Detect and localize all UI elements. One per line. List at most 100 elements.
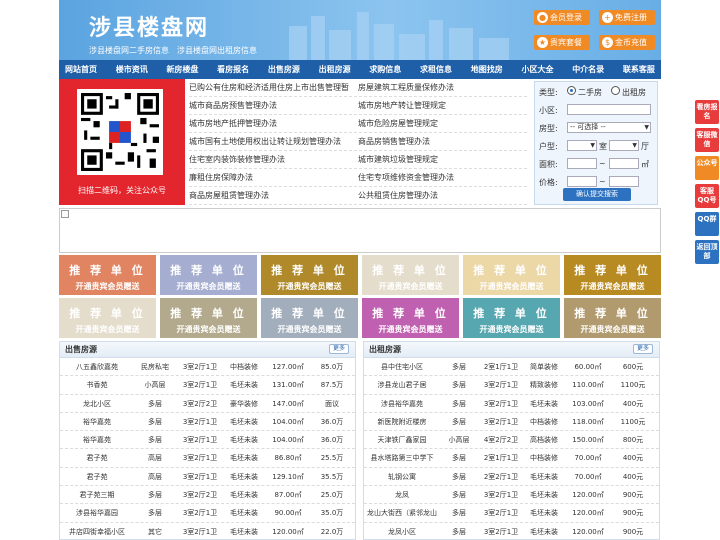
table-cell[interactable]: 八五鑫欣嘉苑 — [64, 358, 130, 376]
side-official-account-button[interactable]: 公众号 — [695, 156, 719, 180]
sale-radio[interactable] — [567, 86, 576, 95]
ad-slot[interactable]: 推 荐 单 位开通贵宾会员赠送 — [463, 298, 560, 338]
hall-select[interactable]: ▼ — [609, 140, 639, 151]
nav-agents[interactable]: 中介名录 — [572, 60, 604, 79]
ad-slot[interactable]: 推 荐 单 位开通贵宾会员赠送 — [261, 298, 358, 338]
side-qq-button[interactable]: 客服QQ号 — [695, 184, 719, 208]
nav-communities[interactable]: 小区大全 — [521, 60, 553, 79]
ad-slot[interactable]: 推 荐 单 位开通贵宾会员赠送 — [463, 255, 560, 295]
price-min-input[interactable] — [567, 176, 597, 187]
nav-news[interactable]: 楼市资讯 — [116, 60, 148, 79]
table-cell[interactable]: 涉县裕华嘉园 — [64, 504, 130, 522]
news-link[interactable]: 房屋建筑工程质量保修办法 — [358, 79, 527, 96]
register-button[interactable]: + 免费注册 — [599, 10, 655, 25]
news-link[interactable]: 住宅专项维修资金管理办法 — [358, 169, 527, 186]
side-viewing-signup-button[interactable]: 看房报名 — [695, 100, 719, 124]
ad-slot[interactable]: 推 荐 单 位开通贵宾会员赠送 — [261, 255, 358, 295]
side-qq-group-button[interactable]: QQ群 — [695, 212, 719, 236]
nav-contact[interactable]: 联系客服 — [623, 60, 655, 79]
table-row[interactable]: 裕华嘉苑 多层 3室2厅1卫 毛坯未装 104.00㎡ 36.0万 — [60, 413, 355, 432]
nav-for-rent[interactable]: 出租房源 — [319, 60, 351, 79]
news-link[interactable]: 住宅室内装饰装修管理办法 — [189, 151, 358, 168]
table-row[interactable]: 裕华嘉苑 多层 3室2厅1卫 毛坯未装 104.00㎡ 36.0万 — [60, 431, 355, 450]
table-row[interactable]: 君子苑三期 多层 3室2厅2卫 毛坯未装 87.00㎡ 25.0万 — [60, 486, 355, 505]
table-cell[interactable]: 县中住宅小区 — [366, 358, 438, 376]
nav-home[interactable]: 网站首页 — [65, 60, 97, 79]
news-link[interactable]: 城市商品房预售管理办法 — [189, 97, 358, 114]
ad-slot[interactable]: 推 荐 单 位开通贵宾会员赠送 — [564, 298, 661, 338]
ad-slot[interactable]: 推 荐 单 位开通贵宾会员赠送 — [564, 255, 661, 295]
table-cell[interactable]: 裕华嘉苑 — [64, 431, 130, 449]
vip-package-button[interactable]: ★ 贵宾套餐 — [534, 35, 590, 50]
ad-slot[interactable]: 推 荐 单 位开通贵宾会员赠送 — [59, 298, 156, 338]
table-cell[interactable]: 新医院附近楼房 — [366, 413, 438, 431]
table-cell[interactable]: 裕华嘉苑 — [64, 413, 130, 431]
rent-radio[interactable] — [611, 86, 620, 95]
news-link[interactable]: 商品房销售管理办法 — [358, 133, 527, 150]
area-max-input[interactable] — [609, 158, 639, 169]
table-cell[interactable]: 书香苑 — [64, 376, 130, 394]
login-button[interactable]: ● 会员登录 — [534, 10, 590, 25]
table-cell[interactable]: 君子苑三期 — [64, 486, 130, 504]
table-cell[interactable]: 龙北小区 — [64, 395, 130, 413]
table-row[interactable]: 轧钢公寓 多层 2室2厅1卫 毛坯未装 70.00㎡ 400元 — [364, 468, 659, 487]
table-row[interactable]: 涉县龙山君子居 多层 3室2厅1卫 精致装修 110.00㎡ 1100元 — [364, 376, 659, 395]
sale-more-button[interactable]: 更多 — [329, 344, 349, 354]
news-link[interactable]: 廉租住房保障办法 — [189, 169, 358, 186]
ad-slot[interactable]: 推 荐 单 位开通贵宾会员赠送 — [160, 255, 257, 295]
news-link[interactable]: 城市建筑垃圾管理规定 — [358, 151, 527, 168]
table-row[interactable]: 龙凤 多层 3室2厅1卫 毛坯未装 120.00㎡ 900元 — [364, 486, 659, 505]
news-link[interactable]: 城市国有土地使用权出让转让规划管理办法 — [189, 133, 358, 150]
table-cell[interactable]: 县水塔路第三中学下 — [366, 449, 438, 467]
banner-image[interactable] — [59, 208, 661, 253]
ad-slot[interactable]: 推 荐 单 位开通贵宾会员赠送 — [362, 255, 459, 295]
back-to-top-button[interactable]: 返回顶部 — [695, 240, 719, 264]
site-title[interactable]: 涉县楼盘网 — [89, 10, 209, 42]
rent-more-button[interactable]: 更多 — [633, 344, 653, 354]
table-cell[interactable]: 涉县裕华嘉苑 — [366, 395, 438, 413]
news-link[interactable]: 公共租赁住房管理办法 — [358, 187, 527, 204]
room-select[interactable]: ▼ — [567, 140, 597, 151]
table-cell[interactable]: 龙山大街西（紧邻龙山 — [366, 504, 438, 522]
nav-new-homes[interactable]: 新房楼盘 — [166, 60, 198, 79]
ad-slot[interactable]: 推 荐 单 位开通贵宾会员赠送 — [59, 255, 156, 295]
table-cell[interactable]: 井店四街幸福小区 — [64, 523, 130, 539]
side-wechat-button[interactable]: 客服微信 — [695, 128, 719, 152]
recharge-button[interactable]: $ 金币充值 — [599, 35, 655, 50]
nav-want-rent[interactable]: 求租信息 — [420, 60, 452, 79]
table-row[interactable]: 县水塔路第三中学下 多层 2室1厅1卫 中档装修 70.00㎡ 400元 — [364, 449, 659, 468]
news-link[interactable]: 城市危险房屋管理规定 — [358, 115, 527, 132]
news-link[interactable]: 城市房地产转让管理规定 — [358, 97, 527, 114]
table-row[interactable]: 龙北小区 多层 3室2厅2卫 豪华装修 147.00㎡ 面议 — [60, 395, 355, 413]
table-cell[interactable]: 龙凤 — [366, 486, 438, 504]
price-max-input[interactable] — [609, 176, 639, 187]
nav-map[interactable]: 地图找房 — [471, 60, 503, 79]
table-cell[interactable]: 天津铁厂鑫家园 — [366, 431, 438, 449]
table-cell[interactable]: 君子苑 — [64, 449, 130, 467]
ad-slot[interactable]: 推 荐 单 位开通贵宾会员赠送 — [160, 298, 257, 338]
table-row[interactable]: 新医院附近楼房 多层 3室2厅1卫 中档装修 118.00㎡ 1100元 — [364, 413, 659, 432]
table-row[interactable]: 天津铁厂鑫家园 小高层 4室2厅2卫 高档装修 150.00㎡ 800元 — [364, 431, 659, 450]
search-submit-button[interactable]: 确认提交搜索 — [563, 188, 631, 201]
table-cell[interactable]: 轧钢公寓 — [366, 468, 438, 486]
table-row[interactable]: 涉县裕华嘉园 多层 3室2厅1卫 毛坯未装 90.00㎡ 35.0万 — [60, 504, 355, 523]
ad-slot[interactable]: 推 荐 单 位开通贵宾会员赠送 — [362, 298, 459, 338]
nav-for-sale[interactable]: 出售房源 — [268, 60, 300, 79]
table-row[interactable]: 井店四街幸福小区 其它 3室2厅1卫 毛坯未装 120.00㎡ 22.0万 — [60, 523, 355, 539]
table-cell[interactable]: 君子苑 — [64, 468, 130, 486]
news-link[interactable]: 城市房地产抵押管理办法 — [189, 115, 358, 132]
table-row[interactable]: 书香苑 小高层 3室2厅1卫 毛坯未装 131.00㎡ 87.5万 — [60, 376, 355, 395]
news-link[interactable]: 商品房屋租赁管理办法 — [189, 187, 358, 204]
table-cell[interactable]: 龙凤小区 — [366, 523, 438, 539]
table-row[interactable]: 八五鑫欣嘉苑 民房私宅 3室2厅1卫 中档装修 127.00㎡ 85.0万 — [60, 358, 355, 377]
table-row[interactable]: 龙凤小区 多层 3室2厅1卫 毛坯未装 120.00㎡ 900元 — [364, 523, 659, 539]
table-row[interactable]: 君子苑 高层 3室2厅1卫 毛坯未装 86.80㎡ 25.5万 — [60, 449, 355, 468]
house-type-select[interactable]: -- 可选择 -- ▼ — [567, 122, 651, 133]
news-link[interactable]: 已购公有住房和经济适用住房上市出售管理暂 — [189, 79, 358, 96]
nav-viewing-signup[interactable]: 看房报名 — [217, 60, 249, 79]
table-row[interactable]: 龙山大街西（紧邻龙山 多层 3室2厅1卫 毛坯未装 120.00㎡ 900元 — [364, 504, 659, 523]
community-input[interactable] — [567, 104, 651, 115]
table-row[interactable]: 涉县裕华嘉苑 多层 3室2厅1卫 毛坯未装 103.00㎡ 400元 — [364, 395, 659, 413]
nav-want-buy[interactable]: 求购信息 — [369, 60, 401, 79]
area-min-input[interactable] — [567, 158, 597, 169]
